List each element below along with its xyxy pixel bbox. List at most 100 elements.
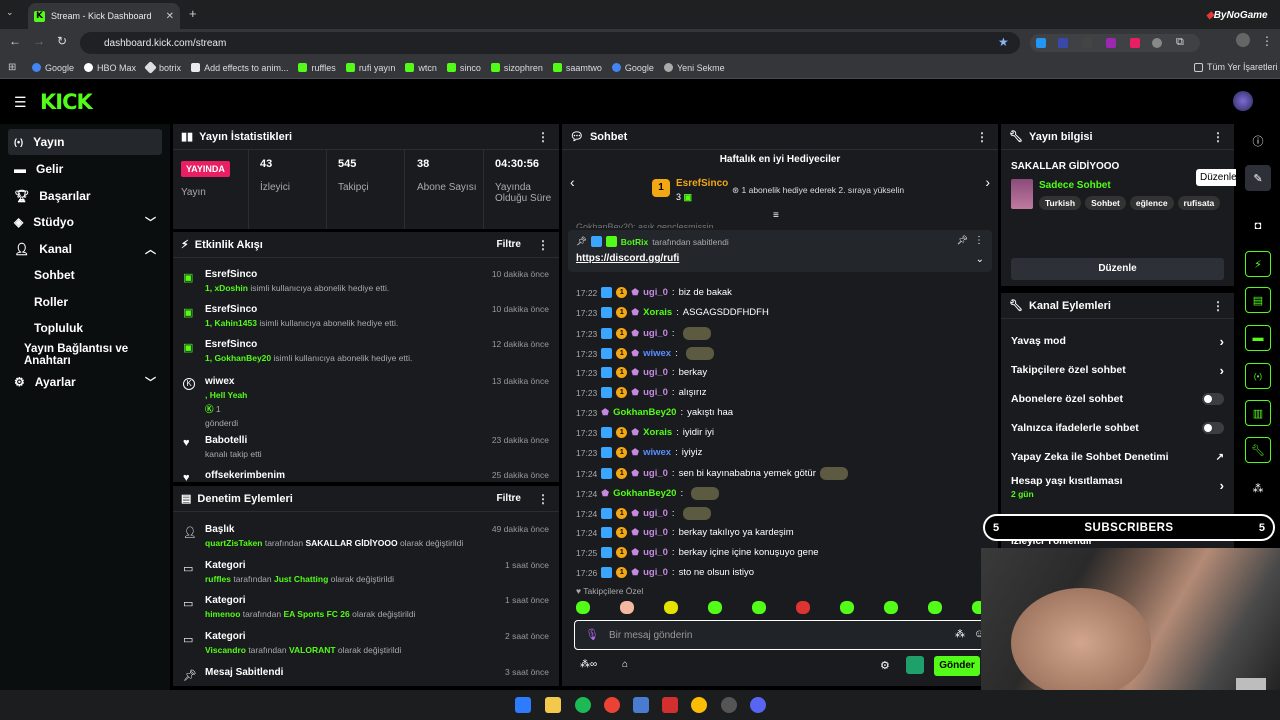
emote-icon[interactable]: [840, 601, 854, 614]
bookmark-item[interactable]: rufi yayın: [345, 63, 395, 73]
tag[interactable]: Sohbet: [1085, 196, 1126, 210]
windows-start-icon[interactable]: [515, 697, 531, 713]
microphone-icon[interactable]: 🎙︎: [585, 628, 599, 641]
new-tab-icon[interactable]: +: [189, 6, 197, 21]
extension-icon[interactable]: [1106, 38, 1116, 48]
chat-username[interactable]: wiwex: [643, 447, 671, 458]
camera-icon[interactable]: ◘: [1245, 213, 1271, 239]
commands-icon[interactable]: ⁂: [955, 629, 965, 640]
chat-username[interactable]: wiwex: [643, 348, 671, 359]
sidebar-item-gelir[interactable]: ▬ Gelir: [8, 156, 162, 182]
chat-username[interactable]: ugi_0: [643, 547, 668, 558]
url-field[interactable]: dashboard.kick.com/stream: [80, 32, 1020, 54]
gifter-name[interactable]: EsrefSinco: [676, 178, 728, 189]
app-icon[interactable]: [662, 697, 678, 713]
extension-icon[interactable]: [1082, 38, 1092, 48]
kick-logo[interactable]: KICK: [40, 90, 93, 114]
tab-close-icon[interactable]: ✕: [166, 11, 174, 22]
more-options-icon[interactable]: ⋮: [537, 238, 549, 252]
chat-username[interactable]: GokhanBey20: [613, 488, 676, 499]
emote-icon[interactable]: [708, 601, 722, 614]
more-options-icon[interactable]: ⋮: [537, 130, 549, 144]
chat-username[interactable]: ugi_0: [643, 567, 668, 578]
sidebar-item-sohbet[interactable]: Sohbet: [8, 262, 162, 288]
bookmark-item[interactable]: botrix: [144, 61, 181, 74]
discord-icon[interactable]: [750, 697, 766, 713]
chat-username[interactable]: GokhanBey20: [613, 407, 676, 418]
bookmark-item[interactable]: Google: [611, 63, 654, 73]
emote-icon[interactable]: [620, 601, 634, 614]
chat-username[interactable]: ugi_0: [643, 287, 668, 298]
store-icon[interactable]: ⌂: [622, 659, 628, 670]
more-options-icon[interactable]: ⋮: [974, 235, 984, 246]
more-options-icon[interactable]: ⋮: [976, 130, 988, 144]
apps-grid-icon[interactable]: ⊞: [8, 62, 16, 73]
all-bookmarks[interactable]: Tüm Yer İşaretleri: [1194, 62, 1278, 72]
toggle-switch[interactable]: [1202, 393, 1224, 405]
collapse-chevron-icon[interactable]: ⌄: [976, 254, 984, 265]
app-icon[interactable]: [633, 697, 649, 713]
reload-icon[interactable]: ↻: [57, 34, 67, 48]
extension-icon[interactable]: [1036, 38, 1046, 48]
lightning-icon[interactable]: ⚡︎: [1245, 251, 1271, 277]
chat-username[interactable]: ugi_0: [643, 387, 668, 398]
document-icon[interactable]: ▤: [1245, 287, 1271, 313]
action-slow-mode[interactable]: Yavaş mod ›: [1011, 334, 1224, 349]
extension-icon[interactable]: [1130, 38, 1140, 48]
next-arrow-icon[interactable]: ›: [985, 174, 990, 190]
sidebar-item-studyo[interactable]: ◈ Stüdyo ﹀: [8, 209, 162, 235]
sidebar-item-ayarlar[interactable]: ⚙ Ayarlar ﹀: [8, 369, 162, 395]
toggle-switch[interactable]: [1202, 422, 1224, 434]
bookmark-item[interactable]: Google: [32, 63, 74, 73]
extensions-area[interactable]: ⧉: [1030, 34, 1200, 52]
more-options-icon[interactable]: ⋮: [1212, 130, 1224, 144]
bookmark-item[interactable]: wtcn: [405, 63, 437, 73]
sidebar-item-stream-key[interactable]: Yayın Bağlantısı ve Anahtarı: [8, 342, 170, 368]
bookmark-item[interactable]: ruffles: [298, 63, 336, 73]
emote-icon[interactable]: [664, 601, 678, 614]
chrome-icon[interactable]: [604, 697, 620, 713]
puzzle-icon[interactable]: ⧉: [1176, 36, 1184, 49]
chat-username[interactable]: ugi_0: [643, 367, 668, 378]
chrome-active-icon[interactable]: [691, 697, 707, 713]
chat-username[interactable]: ugi_0: [643, 527, 668, 538]
more-options-icon[interactable]: ⋮: [537, 492, 549, 506]
info-icon[interactable]: ⓘ: [1245, 128, 1271, 154]
file-explorer-icon[interactable]: [545, 697, 561, 713]
sidebar-item-roller[interactable]: Roller: [8, 289, 162, 315]
user-avatar[interactable]: [1233, 91, 1253, 111]
bot-icon[interactable]: [906, 656, 924, 674]
tag[interactable]: rufisata: [1177, 196, 1221, 210]
bookmark-item[interactable]: sizophren: [490, 63, 543, 73]
emote-icon[interactable]: [576, 601, 590, 614]
bookmark-item[interactable]: HBO Max: [84, 63, 136, 73]
spotify-icon[interactable]: [575, 697, 591, 713]
chat-settings-icon[interactable]: ⚙: [880, 659, 890, 672]
bookmark-item[interactable]: Add effects to anim...: [191, 63, 288, 73]
action-ai-moderation[interactable]: Yapay Zeka ile Sohbet Denetimi ↗: [1011, 451, 1224, 463]
chat-bubble-icon[interactable]: ▬: [1245, 325, 1271, 351]
bookmark-item[interactable]: saamtwo: [552, 63, 602, 73]
tab-search-icon[interactable]: ⌄: [6, 7, 14, 18]
bookmark-item[interactable]: Yeni Sekme: [663, 63, 725, 73]
bookmark-star-icon[interactable]: ★: [998, 35, 1009, 49]
extension-icon[interactable]: [1058, 38, 1068, 48]
tag[interactable]: eğlence: [1129, 196, 1174, 210]
emote-icon[interactable]: [752, 601, 766, 614]
app-icon[interactable]: [721, 697, 737, 713]
layout-icon[interactable]: ▥: [1245, 400, 1271, 426]
sidebar-item-basarilar[interactable]: 🏆︎ Başarılar: [8, 183, 162, 209]
emotes-icon[interactable]: ⁂: [1245, 475, 1271, 501]
chat-username[interactable]: ugi_0: [643, 328, 668, 339]
action-account-age[interactable]: Hesap yaşı kısıtlaması 2 gün ›: [1011, 475, 1224, 499]
back-icon[interactable]: ←: [9, 34, 21, 48]
kick-emotes-icon[interactable]: ⁂∞: [580, 659, 597, 670]
sidebar-item-yayin[interactable]: (•) Yayın: [8, 129, 162, 155]
filter-button[interactable]: Filtre: [497, 493, 521, 504]
profile-avatar[interactable]: [1236, 33, 1250, 47]
chat-username[interactable]: ugi_0: [643, 468, 668, 479]
pencil-icon[interactable]: ✎: [1245, 165, 1271, 191]
chat-username[interactable]: ugi_0: [643, 508, 668, 519]
prev-arrow-icon[interactable]: ‹: [570, 174, 575, 190]
pinned-link[interactable]: https://discord.gg/rufi: [576, 253, 679, 264]
